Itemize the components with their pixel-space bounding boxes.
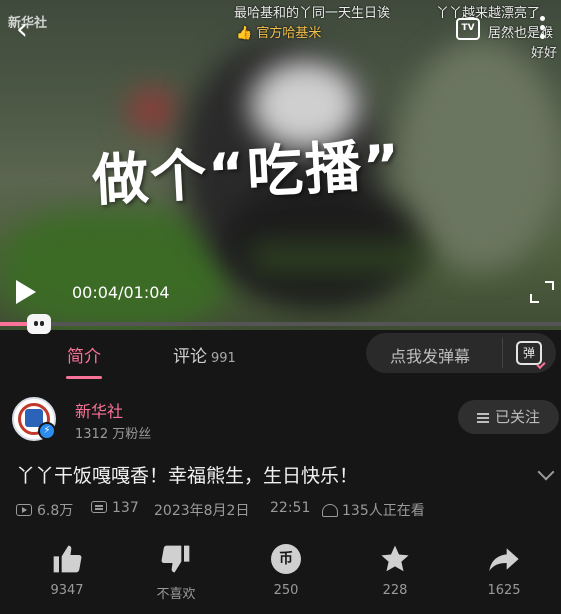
favorite-button[interactable]: 228 — [360, 541, 430, 598]
divider — [502, 338, 503, 368]
coin-icon: 币 — [271, 544, 301, 574]
menu-icon — [476, 413, 489, 423]
author-name[interactable]: 新华社 — [75, 398, 123, 422]
playback-time: 00:04/01:04 — [72, 283, 170, 302]
tab-comments-label: 评论 — [173, 347, 207, 367]
danmaku-comment: 丫丫越来越漂亮了 — [436, 6, 541, 21]
danmaku-comment: 👍 官方哈基米 — [236, 26, 322, 41]
tv-cast-icon[interactable]: TV — [456, 18, 480, 40]
play-count-icon — [16, 504, 32, 516]
comments-count: 991 — [211, 351, 236, 366]
fullscreen-icon[interactable] — [530, 281, 554, 303]
tab-active-indicator — [66, 376, 102, 379]
danmaku-comment: 最哈基和的丫同一天生日诶 — [234, 6, 391, 21]
progress-thumb-handle[interactable] — [27, 314, 51, 334]
back-icon[interactable]: ‹ — [16, 15, 40, 46]
view-count: 6.8万 — [16, 500, 73, 520]
coin-button[interactable]: 币 250 — [251, 541, 321, 598]
chevron-down-icon[interactable] — [537, 463, 555, 481]
progress-bar[interactable] — [0, 322, 561, 326]
video-frame-grass — [0, 210, 230, 330]
like-count: 9347 — [50, 583, 84, 598]
video-player[interactable]: 新华社 ‹ 最哈基和的丫同一天生日诶 丫丫越来越漂亮了 👍 官方哈基米 居然也是… — [0, 0, 561, 330]
more-options-icon[interactable] — [540, 16, 546, 42]
coin-count: 250 — [273, 583, 299, 598]
video-frame-object — [130, 90, 175, 130]
publish-time: 22:51 — [270, 500, 311, 516]
danmaku-count: 137 — [91, 500, 139, 516]
video-frame-bg — [400, 40, 561, 270]
thumbs-up-icon — [32, 541, 102, 577]
follow-button[interactable]: 已关注 — [458, 400, 559, 434]
dislike-button[interactable]: 不喜欢 — [141, 541, 211, 602]
video-overlay-title: 做个“吃播” — [90, 132, 404, 215]
star-icon — [360, 541, 430, 577]
dislike-label: 不喜欢 — [156, 587, 196, 602]
like-button[interactable]: 9347 — [32, 541, 102, 598]
share-count: 1625 — [487, 583, 521, 598]
viewers-icon — [322, 504, 338, 517]
publish-date: 2023年8月2日 — [154, 503, 250, 519]
tab-comments[interactable]: 评论 991 — [173, 342, 236, 367]
follow-label: 已关注 — [494, 408, 540, 426]
danmaku-input-placeholder[interactable]: 点我发弹幕 — [390, 343, 470, 367]
danmaku-toggle-icon[interactable]: 弹 — [516, 341, 542, 365]
share-arrow-icon — [469, 541, 539, 577]
play-icon[interactable] — [16, 280, 36, 304]
favorite-count: 228 — [382, 583, 408, 598]
tab-intro[interactable]: 简介 — [67, 342, 101, 367]
share-button[interactable]: 1625 — [469, 541, 539, 598]
video-frame-bamboo — [250, 245, 430, 271]
video-title: 丫丫干饭嘎嘎香！幸福熊生，生日快乐！ — [16, 465, 359, 487]
verified-badge-icon: ⚡ — [38, 422, 56, 440]
fans-count: 1312 万粉丝 — [75, 427, 152, 442]
thumbs-down-icon — [141, 541, 211, 577]
danmaku-comment: 好好 — [531, 46, 558, 61]
danmaku-count-icon — [91, 501, 107, 513]
online-viewers: 135人正在看 — [322, 500, 425, 520]
